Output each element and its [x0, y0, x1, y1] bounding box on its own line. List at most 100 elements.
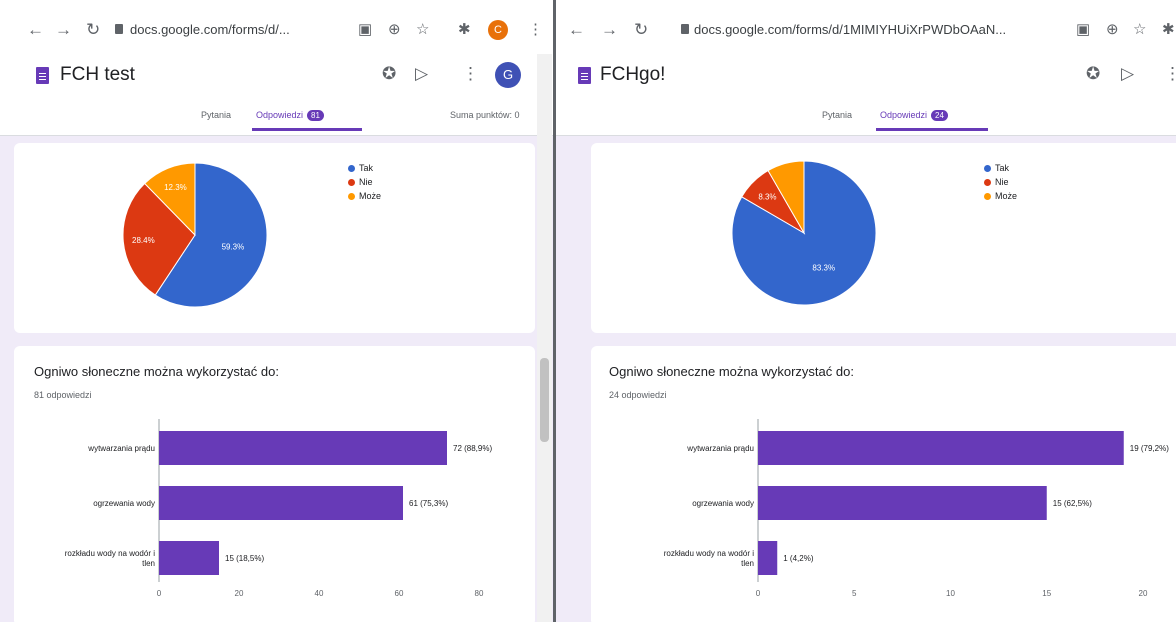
- form-header: FCHgo! ✪ ▷ ⋮ Pytania Odpowiedzi 24: [556, 54, 1176, 136]
- bar-chart-left: 0 20 40 60 80 wytwarzania prądu 72 (88,9%) ogrz…: [65, 419, 492, 598]
- zoom-icon[interactable]: ⊕: [1106, 20, 1119, 38]
- category-label: ogrzewania wody: [692, 499, 754, 508]
- bar-2[interactable]: [159, 486, 403, 520]
- legend-moze-label: Może: [359, 191, 382, 201]
- chrome-menu-icon[interactable]: ⋮: [528, 20, 543, 38]
- total-score: Suma punktów: 0: [450, 110, 520, 120]
- category-label: ogrzewania wody: [93, 499, 155, 508]
- arrow-left-icon[interactable]: ←: [27, 21, 44, 38]
- pie-label-moze: 12.3%: [164, 183, 187, 192]
- category-label: rozkładu wody na wodór i: [65, 549, 155, 558]
- form-title: FCHgo!: [600, 64, 666, 85]
- legend-tak-label: Tak: [359, 163, 374, 173]
- url-bar[interactable]: docs.google.com/forms/d/1MIMIYHUiXrPWDbO…: [694, 22, 1006, 37]
- scrollbar-thumb[interactable]: [540, 358, 549, 442]
- url-bar[interactable]: docs.google.com/forms/d/...: [130, 22, 290, 37]
- forms-doc-icon: [36, 67, 49, 84]
- legend-nie: Nie: [984, 177, 1009, 187]
- x-tick-label: 0: [157, 589, 162, 598]
- responses-count-badge: 24: [931, 110, 948, 121]
- responses-count-badge: 81: [307, 110, 324, 121]
- bar-value-label: 61 (75,3%): [409, 499, 448, 508]
- legend-dot-tak: [348, 165, 355, 172]
- zoom-icon[interactable]: ⊕: [388, 20, 401, 38]
- bar-value-label: 15 (18,5%): [225, 554, 264, 563]
- more-vert-icon[interactable]: ⋮: [462, 64, 479, 84]
- reload-icon[interactable]: ↻: [634, 21, 648, 38]
- bar-1[interactable]: [758, 431, 1124, 465]
- pie-chart-card: 59.3% 28.4% 12.3% Tak Nie Może: [14, 143, 535, 333]
- translate-icon[interactable]: ▣: [358, 20, 372, 38]
- browser-toolbar: ← → ↻ docs.google.com/forms/d/... ▣ ⊕ ☆ …: [0, 0, 553, 54]
- bar-1[interactable]: [159, 431, 447, 465]
- bar-value-label: 72 (88,9%): [453, 444, 492, 453]
- forms-doc-icon: [578, 67, 591, 84]
- legend-dot-nie: [984, 179, 991, 186]
- bar-value-label: 1 (4,2%): [783, 554, 814, 563]
- legend-dot-moze: [348, 193, 355, 200]
- pie-label-nie: 28.4%: [132, 236, 155, 245]
- account-avatar[interactable]: G: [495, 62, 521, 88]
- scrollbar[interactable]: [537, 54, 552, 622]
- browser-window-right: ← → ↻ docs.google.com/forms/d/1MIMIYHUiX…: [556, 0, 1176, 622]
- pie-label-nie: 8.3%: [758, 192, 776, 201]
- palette-icon[interactable]: ✪: [382, 64, 396, 84]
- arrow-left-icon[interactable]: ←: [568, 21, 585, 38]
- category-label: wytwarzania prądu: [686, 444, 754, 453]
- reload-icon[interactable]: ↻: [86, 21, 100, 38]
- pie-label-tak: 83.3%: [812, 263, 835, 272]
- question-card: Ogniwo słoneczne można wykorzystać do: 2…: [591, 346, 1176, 622]
- arrow-right-icon[interactable]: →: [55, 21, 72, 38]
- legend-moze: Może: [984, 191, 1017, 201]
- x-tick-label: 20: [1139, 589, 1148, 598]
- pie-chart-card: 83.3% 8.3% Tak Nie Może: [591, 143, 1176, 333]
- legend-dot-moze: [984, 193, 991, 200]
- palette-icon[interactable]: ✪: [1086, 64, 1100, 84]
- tab-responses[interactable]: Odpowiedzi 81: [256, 110, 324, 121]
- legend-tak-label: Tak: [995, 163, 1010, 173]
- x-tick-label: 15: [1042, 589, 1051, 598]
- lock-icon: [115, 24, 123, 34]
- bar-marks: 0 5 10 15 20 wytwarzania prądu 19 (79,2%) ogrze…: [664, 419, 1169, 598]
- arrow-right-icon[interactable]: →: [601, 21, 618, 38]
- send-icon[interactable]: ▷: [1121, 64, 1134, 84]
- profile-icon[interactable]: C: [488, 20, 508, 40]
- extensions-icon[interactable]: ✱: [1162, 20, 1175, 38]
- x-tick-label: 60: [395, 589, 404, 598]
- category-label: tlen: [741, 559, 754, 568]
- form-header: FCH test ✪ ▷ ⋮ G Pytania Odpowiedzi 81 Su…: [0, 54, 553, 136]
- question-card: Ogniwo słoneczne można wykorzystać do: 8…: [14, 346, 535, 622]
- extensions-icon[interactable]: ✱: [458, 20, 471, 38]
- legend-moze-label: Może: [995, 191, 1018, 201]
- legend-tak: Tak: [348, 163, 373, 173]
- tab-questions[interactable]: Pytania: [822, 110, 852, 120]
- more-vert-icon[interactable]: ⋮: [1164, 64, 1176, 84]
- pie-label-tak: 59.3%: [222, 242, 245, 251]
- legend-moze: Może: [348, 191, 381, 201]
- legend-nie: Nie: [348, 177, 373, 187]
- bar-2[interactable]: [758, 486, 1047, 520]
- bar-chart-right: 0 5 10 15 20 wytwarzania prądu 19 (79,2%) ogrze…: [664, 419, 1169, 598]
- pie-chart-left: 59.3% 28.4% 12.3%: [122, 162, 268, 308]
- star-icon[interactable]: ☆: [416, 20, 429, 38]
- tab-questions[interactable]: Pytania: [201, 110, 231, 120]
- x-tick-label: 0: [756, 589, 761, 598]
- tab-active-indicator: [876, 128, 988, 131]
- legend-nie-label: Nie: [359, 177, 373, 187]
- send-icon[interactable]: ▷: [415, 64, 428, 84]
- x-tick-label: 20: [235, 589, 244, 598]
- bar-3[interactable]: [758, 541, 778, 575]
- lock-icon: [681, 24, 689, 34]
- legend-dot-nie: [348, 179, 355, 186]
- bar-3[interactable]: [159, 541, 219, 575]
- category-label: wytwarzania prądu: [87, 444, 155, 453]
- browser-toolbar: ← → ↻ docs.google.com/forms/d/1MIMIYHUiX…: [556, 0, 1176, 54]
- star-icon[interactable]: ☆: [1133, 20, 1146, 38]
- tab-responses-label: Odpowiedzi: [880, 110, 928, 120]
- translate-icon[interactable]: ▣: [1076, 20, 1090, 38]
- tab-responses[interactable]: Odpowiedzi 24: [880, 110, 948, 121]
- category-label: tlen: [142, 559, 155, 568]
- x-tick-label: 10: [946, 589, 955, 598]
- bar-marks: 0 20 40 60 80 wytwarzania prądu 72 (88,9%) ogrz…: [65, 419, 492, 598]
- x-tick-label: 80: [475, 589, 484, 598]
